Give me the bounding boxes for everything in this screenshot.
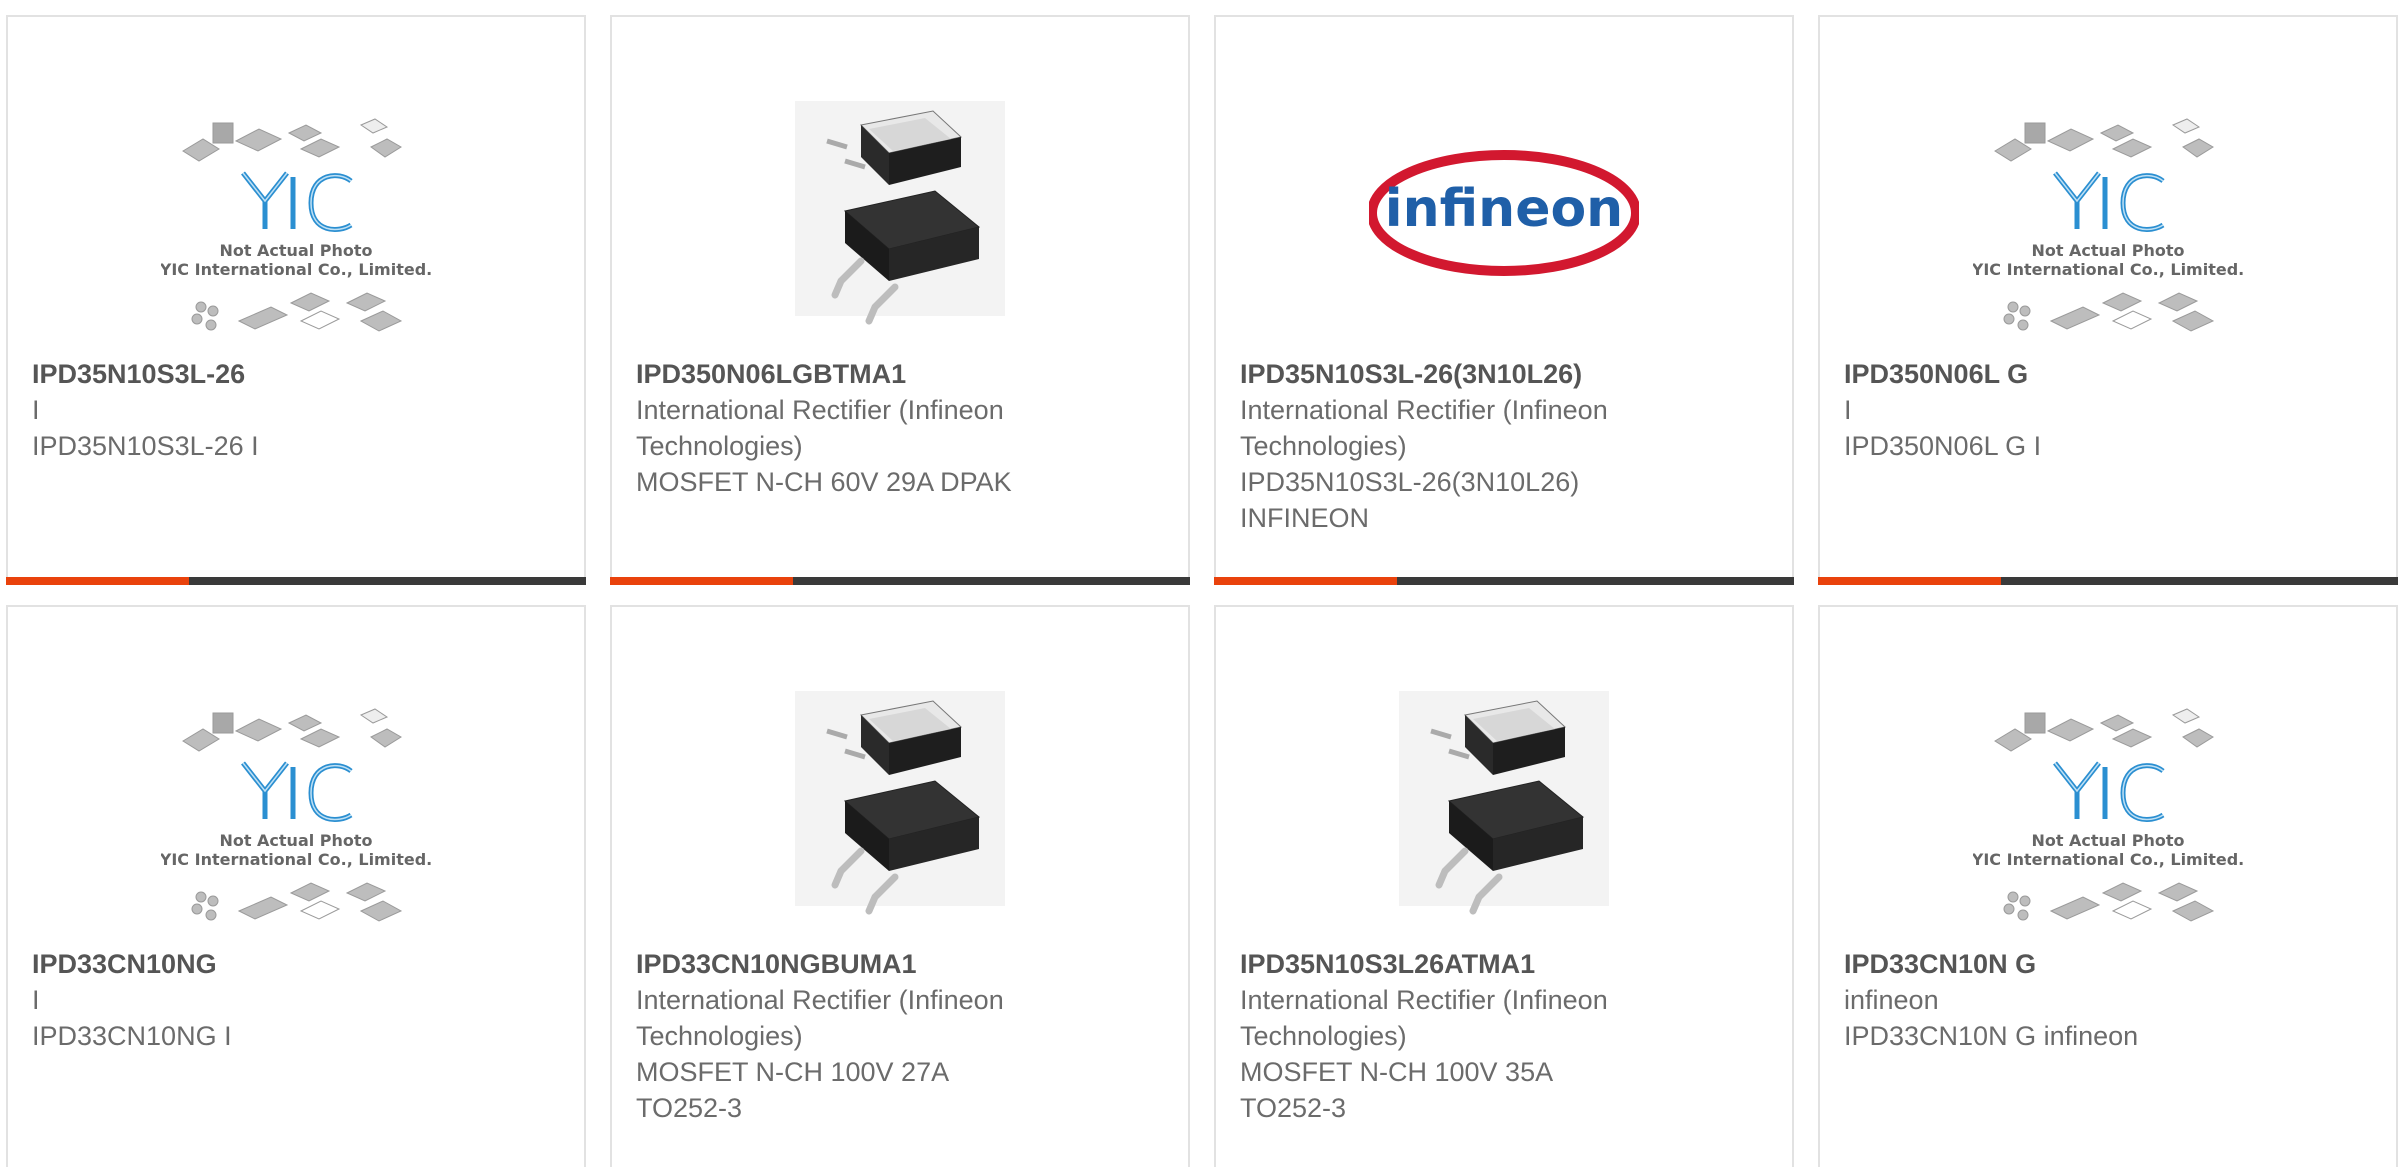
product-details: International Rectifier (Infineon Technol… [636,982,1164,1126]
product-info: IPD35N10S3L-26(3N10L26) International Re… [1240,356,1768,536]
product-card[interactable]: Not Actual Photo YIC International Co., … [6,15,586,585]
product-detail-line: International Rectifier (Infineon [636,395,1004,425]
card-accent-bar [1818,577,2398,585]
product-detail-line: Technologies) [1240,1021,1407,1051]
yic-placeholder-image: Not Actual Photo YIC International Co., … [1973,708,2243,922]
product-part-number[interactable]: IPD33CN10NGBUMA1 [636,946,1164,982]
placeholder-caption-1: Not Actual Photo [219,831,372,850]
card-accent-bar [1214,577,1794,585]
product-card[interactable]: IPD33CN10NGBUMA1 International Rectifier… [610,605,1190,1167]
placeholder-caption-2: YIC International Co., Limited. [161,850,431,869]
product-details: International Rectifier (Infineon Technol… [1240,392,1768,536]
product-detail-line: infineon [1844,985,1939,1015]
product-info: IPD33CN10NG I IPD33CN10NG I [32,946,560,1054]
product-detail-line: MOSFET N-CH 100V 35A [1240,1057,1554,1087]
product-details: I IPD350N06L G I [1844,392,2372,464]
product-card[interactable]: infineon IPD35N10S3L-26(3N10L26) Interna… [1214,15,1794,585]
dpak-package-image [795,691,1005,915]
infineon-logo-text: infineon [1385,179,1623,239]
product-thumbnail[interactable] [765,671,1035,941]
product-thumbnail[interactable]: Not Actual Photo YIC International Co., … [161,81,431,351]
product-thumbnail[interactable]: infineon [1369,81,1639,351]
placeholder-caption-1: Not Actual Photo [2031,241,2184,260]
product-thumbnail[interactable]: Not Actual Photo YIC International Co., … [1973,671,2243,941]
dpak-package-image [795,101,1005,325]
product-details: International Rectifier (Infineon Technol… [636,392,1164,500]
product-detail-line: IPD33CN10N G infineon [1844,1021,2139,1051]
placeholder-caption-2: YIC International Co., Limited. [1973,260,2243,279]
product-details: International Rectifier (Infineon Technol… [1240,982,1768,1126]
product-card[interactable]: Not Actual Photo YIC International Co., … [1818,605,2398,1167]
product-part-number[interactable]: IPD33CN10NG [32,946,560,982]
product-detail-line: INFINEON [1240,503,1370,533]
product-detail-line: I [1844,395,1852,425]
product-detail-line: IPD35N10S3L-26(3N10L26) [1240,467,1580,497]
infineon-logo-icon: infineon [1369,150,1639,276]
product-info: IPD33CN10N G infineon IPD33CN10N G infine… [1844,946,2372,1054]
product-detail-line: TO252-3 [636,1093,743,1123]
product-thumbnail[interactable] [765,81,1035,351]
product-detail-line: IPD350N06L G I [1844,431,2042,461]
placeholder-caption-1: Not Actual Photo [219,241,372,260]
placeholder-caption-1: Not Actual Photo [2031,831,2184,850]
product-detail-line: MOSFET N-CH 60V 29A DPAK [636,467,1012,497]
product-details: infineon IPD33CN10N G infineon [1844,982,2372,1054]
product-thumbnail[interactable]: Not Actual Photo YIC International Co., … [1973,81,2243,351]
product-card[interactable]: IPD35N10S3L26ATMA1 International Rectifi… [1214,605,1794,1167]
product-details: I IPD35N10S3L-26 I [32,392,560,464]
product-info: IPD33CN10NGBUMA1 International Rectifier… [636,946,1164,1126]
card-accent-bar [6,577,586,585]
dpak-package-image [1399,691,1609,915]
product-detail-line: I [32,985,40,1015]
product-card[interactable]: Not Actual Photo YIC International Co., … [1818,15,2398,585]
product-part-number[interactable]: IPD35N10S3L-26 [32,356,560,392]
product-info: IPD350N06LGBTMA1 International Rectifier… [636,356,1164,500]
product-detail-line: International Rectifier (Infineon [1240,395,1608,425]
placeholder-caption-2: YIC International Co., Limited. [161,260,431,279]
product-info: IPD35N10S3L-26 I IPD35N10S3L-26 I [32,356,560,464]
yic-placeholder-image: Not Actual Photo YIC International Co., … [161,708,431,922]
placeholder-caption-2: YIC International Co., Limited. [1973,850,2243,869]
product-part-number[interactable]: IPD35N10S3L26ATMA1 [1240,946,1768,982]
product-part-number[interactable]: IPD350N06LGBTMA1 [636,356,1164,392]
product-thumbnail[interactable] [1369,671,1639,941]
card-accent-bar [610,577,1190,585]
product-detail-line: IPD35N10S3L-26 I [32,431,259,461]
product-detail-line: MOSFET N-CH 100V 27A [636,1057,950,1087]
yic-placeholder-image: Not Actual Photo YIC International Co., … [161,118,431,332]
product-detail-line: I [32,395,40,425]
product-detail-line: TO252-3 [1240,1093,1347,1123]
product-part-number[interactable]: IPD350N06L G [1844,356,2372,392]
product-card[interactable]: IPD350N06LGBTMA1 International Rectifier… [610,15,1190,585]
product-info: IPD35N10S3L26ATMA1 International Rectifi… [1240,946,1768,1126]
product-card[interactable]: Not Actual Photo YIC International Co., … [6,605,586,1167]
product-part-number[interactable]: IPD33CN10N G [1844,946,2372,982]
product-detail-line: International Rectifier (Infineon [1240,985,1608,1015]
product-part-number[interactable]: IPD35N10S3L-26(3N10L26) [1240,356,1768,392]
product-detail-line: Technologies) [636,1021,803,1051]
product-detail-line: Technologies) [1240,431,1407,461]
product-details: I IPD33CN10NG I [32,982,560,1054]
product-info: IPD350N06L G I IPD350N06L G I [1844,356,2372,464]
product-detail-line: Technologies) [636,431,803,461]
product-detail-line: International Rectifier (Infineon [636,985,1004,1015]
yic-placeholder-image: Not Actual Photo YIC International Co., … [1973,118,2243,332]
product-detail-line: IPD33CN10NG I [32,1021,232,1051]
product-thumbnail[interactable]: Not Actual Photo YIC International Co., … [161,671,431,941]
